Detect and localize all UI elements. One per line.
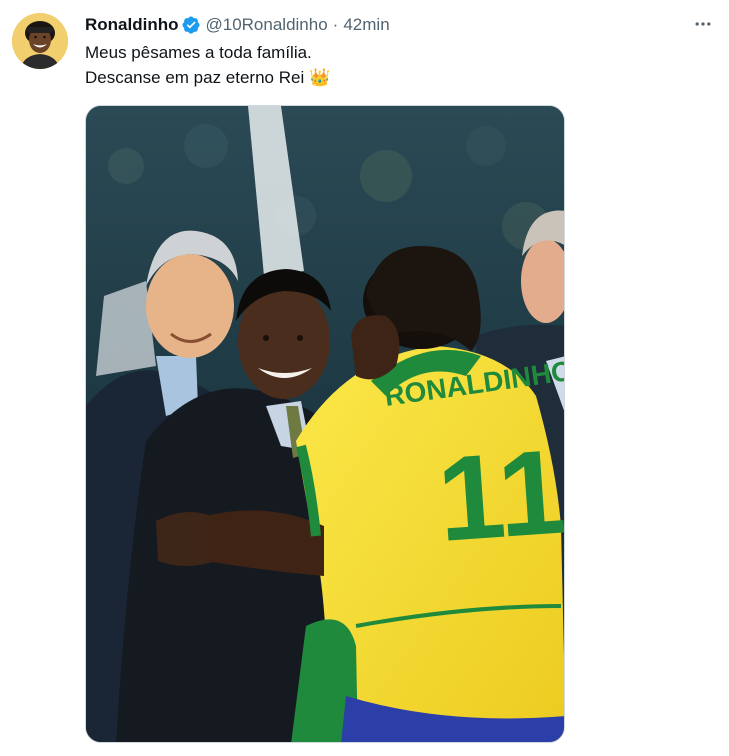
timestamp[interactable]: 42min (343, 15, 389, 35)
tweet-header: Ronaldinho @10Ronaldinho · 42min (85, 14, 390, 36)
tweet-line-1: Meus pêsames a toda família. (85, 43, 312, 62)
jersey-number: 11 (433, 424, 565, 567)
avatar[interactable] (12, 13, 68, 69)
avatar-image (12, 13, 68, 69)
separator-dot: · (332, 15, 339, 34)
verified-badge-icon (181, 15, 201, 35)
tweet-photo[interactable]: RONALDINHO 11 (85, 105, 565, 743)
author-name[interactable]: Ronaldinho (85, 15, 178, 35)
tweet-text: Meus pêsames a toda família. Descanse em… (85, 40, 330, 90)
crown-emoji-icon: 👑 (308, 68, 331, 87)
more-options-icon[interactable] (691, 12, 715, 36)
author-handle[interactable]: @10Ronaldinho (205, 15, 327, 35)
photo-illustration: RONALDINHO 11 (86, 106, 565, 742)
tweet-line-2: Descanse em paz eterno Rei 👑 (85, 65, 330, 90)
tweet-line-2-text: Descanse em paz eterno Rei (85, 68, 305, 87)
tweet-card: Ronaldinho @10Ronaldinho · 42min Meus pê… (0, 0, 729, 756)
